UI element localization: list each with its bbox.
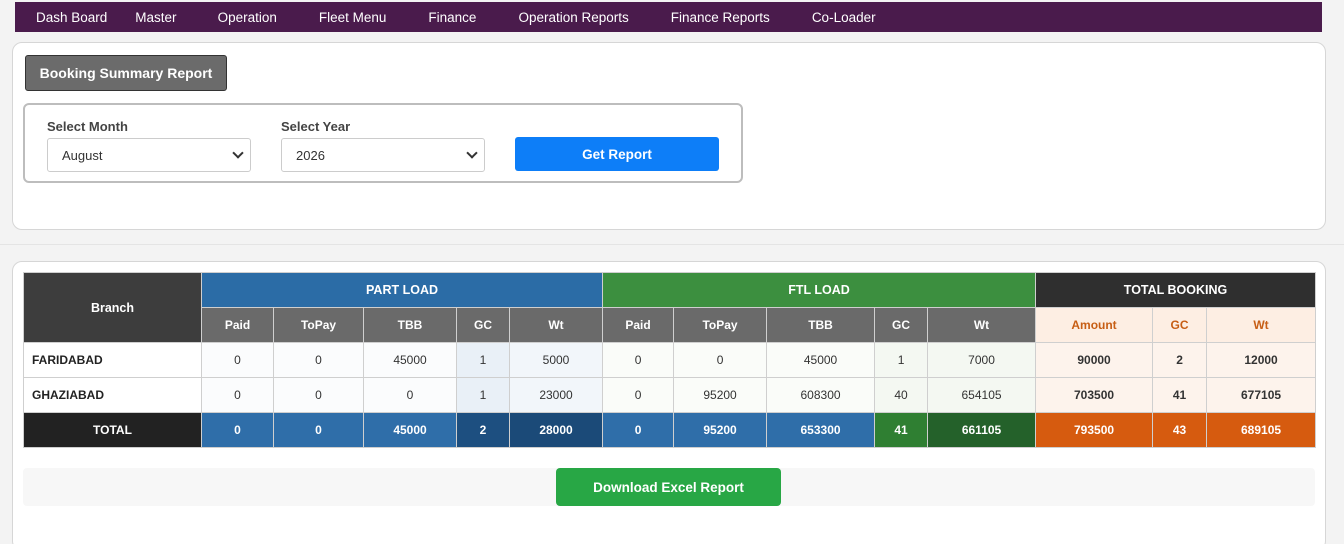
part-tbb-cell: 0 <box>363 377 457 413</box>
year-select-value: 2026 <box>296 147 325 163</box>
branch-cell: GHAZIABAD <box>23 377 202 413</box>
total-wt-cell: 677105 <box>1206 377 1317 413</box>
part-tbb-cell: 45000 <box>363 342 457 378</box>
ftl-tbb-cell: 45000 <box>766 342 876 378</box>
filter-panel: Select Month August Select Year 2026 Get… <box>23 103 743 183</box>
total-ftl-paid-cell: 0 <box>602 412 675 448</box>
chevron-down-icon <box>232 147 244 159</box>
ftl-topay-header: ToPay <box>673 307 768 343</box>
booking-summary-report-button[interactable]: Booking Summary Report <box>25 55 227 91</box>
nav-fleet-menu[interactable]: Fleet Menu <box>319 10 387 25</box>
part-topay-header: ToPay <box>273 307 364 343</box>
branch-header: Branch <box>23 272 202 343</box>
top-navbar: Dash Board Master Operation Fleet Menu F… <box>15 2 1322 32</box>
total-row: TOTAL 0 0 45000 2 28000 0 95200 653300 4… <box>23 412 1317 448</box>
nav-operation[interactable]: Operation <box>218 10 277 25</box>
part-topay-cell: 0 <box>273 342 364 378</box>
month-select-value: August <box>62 147 103 163</box>
total-part-tbb-cell: 45000 <box>363 412 457 448</box>
total-part-topay-cell: 0 <box>273 412 364 448</box>
get-report-button[interactable]: Get Report <box>515 137 719 171</box>
nav-master[interactable]: Master <box>135 10 176 25</box>
total-gc-cell: 41 <box>1152 377 1208 413</box>
total-booking-header: TOTAL BOOKING <box>1035 272 1317 308</box>
ftl-paid-header: Paid <box>602 307 675 343</box>
part-gc-cell: 1 <box>456 377 510 413</box>
month-select[interactable]: August <box>47 138 251 172</box>
ftl-paid-cell: 0 <box>602 342 675 378</box>
year-label: Select Year <box>281 119 351 134</box>
ftl-gc-header: GC <box>874 307 929 343</box>
ftl-topay-cell: 0 <box>673 342 768 378</box>
grand-total-amount-cell: 793500 <box>1035 412 1154 448</box>
part-wt-cell: 23000 <box>508 377 604 413</box>
total-wt-header: Wt <box>1206 307 1317 343</box>
part-tbb-header: TBB <box>363 307 457 343</box>
total-part-paid-cell: 0 <box>201 412 274 448</box>
nav-dashboard[interactable]: Dash Board <box>36 10 107 25</box>
total-part-gc-cell: 2 <box>456 412 510 448</box>
total-ftl-topay-cell: 95200 <box>673 412 768 448</box>
chevron-down-icon <box>466 147 478 159</box>
booking-summary-table: Branch PART LOAD FTL LOAD TOTAL BOOKING … <box>23 272 1317 448</box>
ftl-wt-cell: 654105 <box>927 377 1037 413</box>
total-wt-cell: 12000 <box>1206 342 1317 378</box>
download-excel-button[interactable]: Download Excel Report <box>556 468 781 506</box>
year-select[interactable]: 2026 <box>281 138 485 172</box>
part-paid-header: Paid <box>201 307 274 343</box>
nav-operation-reports[interactable]: Operation Reports <box>518 10 628 25</box>
ftl-tbb-header: TBB <box>766 307 876 343</box>
nav-finance[interactable]: Finance <box>428 10 476 25</box>
grand-total-gc-cell: 43 <box>1152 412 1208 448</box>
total-ftl-wt-cell: 661105 <box>927 412 1037 448</box>
part-gc-cell: 1 <box>456 342 510 378</box>
branch-cell: FARIDABAD <box>23 342 202 378</box>
part-wt-cell: 5000 <box>508 342 604 378</box>
table-row: GHAZIABAD 0 0 0 1 23000 0 95200 608300 4… <box>23 377 1317 413</box>
ftl-topay-cell: 95200 <box>673 377 768 413</box>
table-row: FARIDABAD 0 0 45000 1 5000 0 0 45000 1 7… <box>23 342 1317 378</box>
ftl-gc-cell: 1 <box>874 342 929 378</box>
section-divider <box>0 244 1344 245</box>
total-amount-header: Amount <box>1035 307 1154 343</box>
part-load-header: PART LOAD <box>200 272 604 308</box>
part-paid-cell: 0 <box>201 377 274 413</box>
ftl-load-header: FTL LOAD <box>602 272 1037 308</box>
part-wt-header: Wt <box>508 307 604 343</box>
total-amount-cell: 90000 <box>1035 342 1154 378</box>
total-ftl-tbb-cell: 653300 <box>766 412 876 448</box>
total-ftl-gc-cell: 41 <box>874 412 929 448</box>
ftl-paid-cell: 0 <box>602 377 675 413</box>
total-label-cell: TOTAL <box>23 412 202 448</box>
nav-co-loader[interactable]: Co-Loader <box>812 10 876 25</box>
ftl-gc-cell: 40 <box>874 377 929 413</box>
nav-finance-reports[interactable]: Finance Reports <box>671 10 770 25</box>
part-topay-cell: 0 <box>273 377 364 413</box>
total-part-wt-cell: 28000 <box>508 412 604 448</box>
total-amount-cell: 703500 <box>1035 377 1154 413</box>
month-label: Select Month <box>47 119 128 134</box>
part-paid-cell: 0 <box>201 342 274 378</box>
grand-total-wt-cell: 689105 <box>1206 412 1317 448</box>
ftl-wt-cell: 7000 <box>927 342 1037 378</box>
total-gc-header: GC <box>1152 307 1208 343</box>
total-gc-cell: 2 <box>1152 342 1208 378</box>
ftl-tbb-cell: 608300 <box>766 377 876 413</box>
part-gc-header: GC <box>456 307 510 343</box>
ftl-wt-header: Wt <box>927 307 1037 343</box>
